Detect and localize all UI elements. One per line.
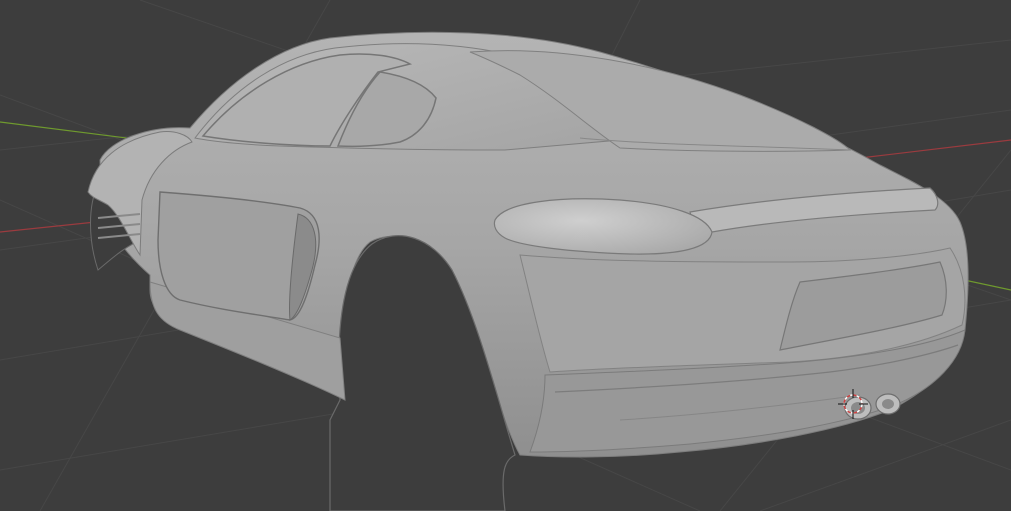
3d-viewport[interactable] xyxy=(0,0,1011,511)
x-axis-line-far xyxy=(859,139,1011,159)
car-body[interactable] xyxy=(87,31,969,511)
viewport-canvas[interactable] xyxy=(0,0,1011,511)
